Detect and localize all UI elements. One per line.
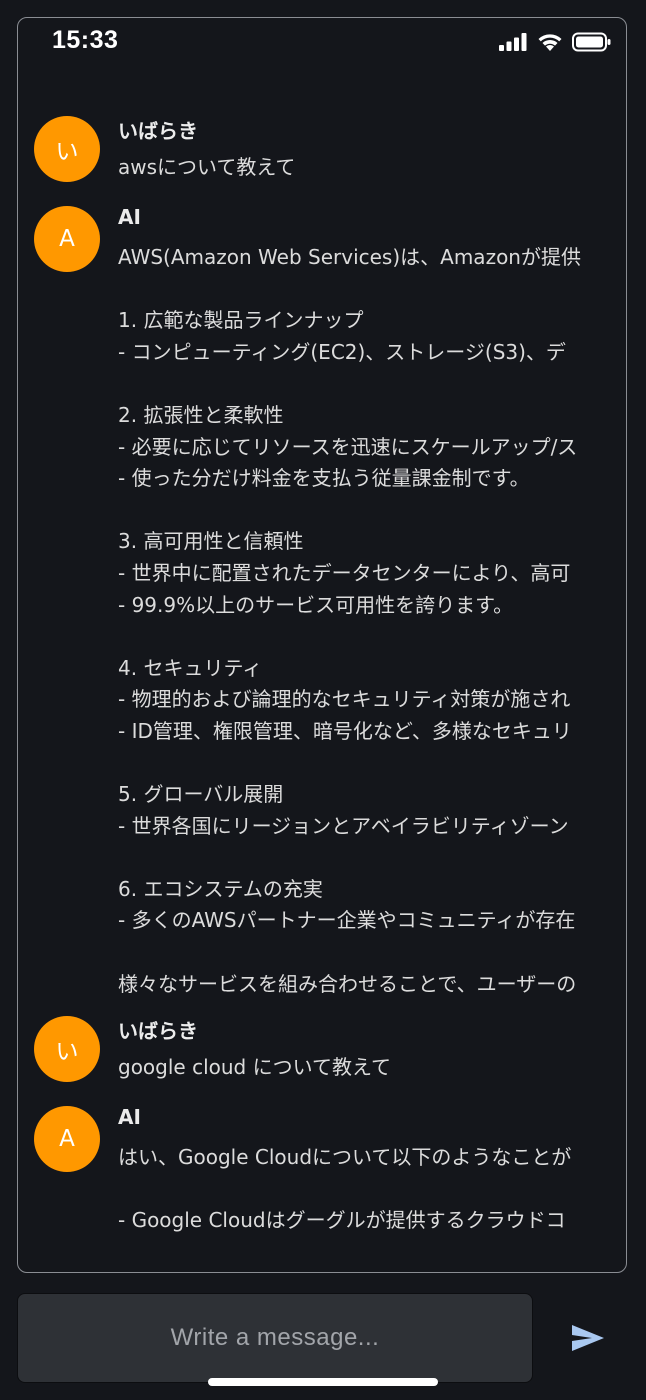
avatar: A (34, 1106, 100, 1172)
chat-screen: 15:33 い いばらき awsについて教えて A AI AWS(Amazon … (0, 0, 646, 1400)
send-icon (572, 1325, 604, 1351)
send-button[interactable] (566, 1318, 610, 1358)
battery-icon (572, 32, 611, 52)
avatar: A (34, 206, 100, 272)
message-sender: AI (118, 1105, 141, 1129)
message-sender: AI (118, 205, 141, 229)
status-icons (498, 32, 612, 52)
avatar: い (34, 116, 100, 182)
home-indicator (208, 1378, 438, 1386)
chat-history-panel[interactable]: 15:33 い いばらき awsについて教えて A AI AWS(Amazon … (17, 17, 627, 1273)
status-time: 15:33 (52, 26, 119, 54)
message-sender: いばらき (118, 1019, 198, 1043)
message-input[interactable] (18, 1294, 532, 1382)
status-bar: 15:33 (18, 18, 626, 70)
message-text: google cloud について教えて (118, 1055, 391, 1079)
cellular-signal-icon (499, 33, 527, 51)
message-text: AWS(Amazon Web Services)は、Amazonが提供 1. 広… (118, 245, 581, 996)
message-composer (17, 1293, 533, 1383)
message-text: はい、Google Cloudについて以下のようなことが - Google Cl… (118, 1145, 572, 1233)
message-sender: いばらき (118, 119, 198, 143)
message-text: awsについて教えて (118, 155, 296, 179)
avatar: い (34, 1016, 100, 1082)
wifi-icon (538, 34, 562, 51)
